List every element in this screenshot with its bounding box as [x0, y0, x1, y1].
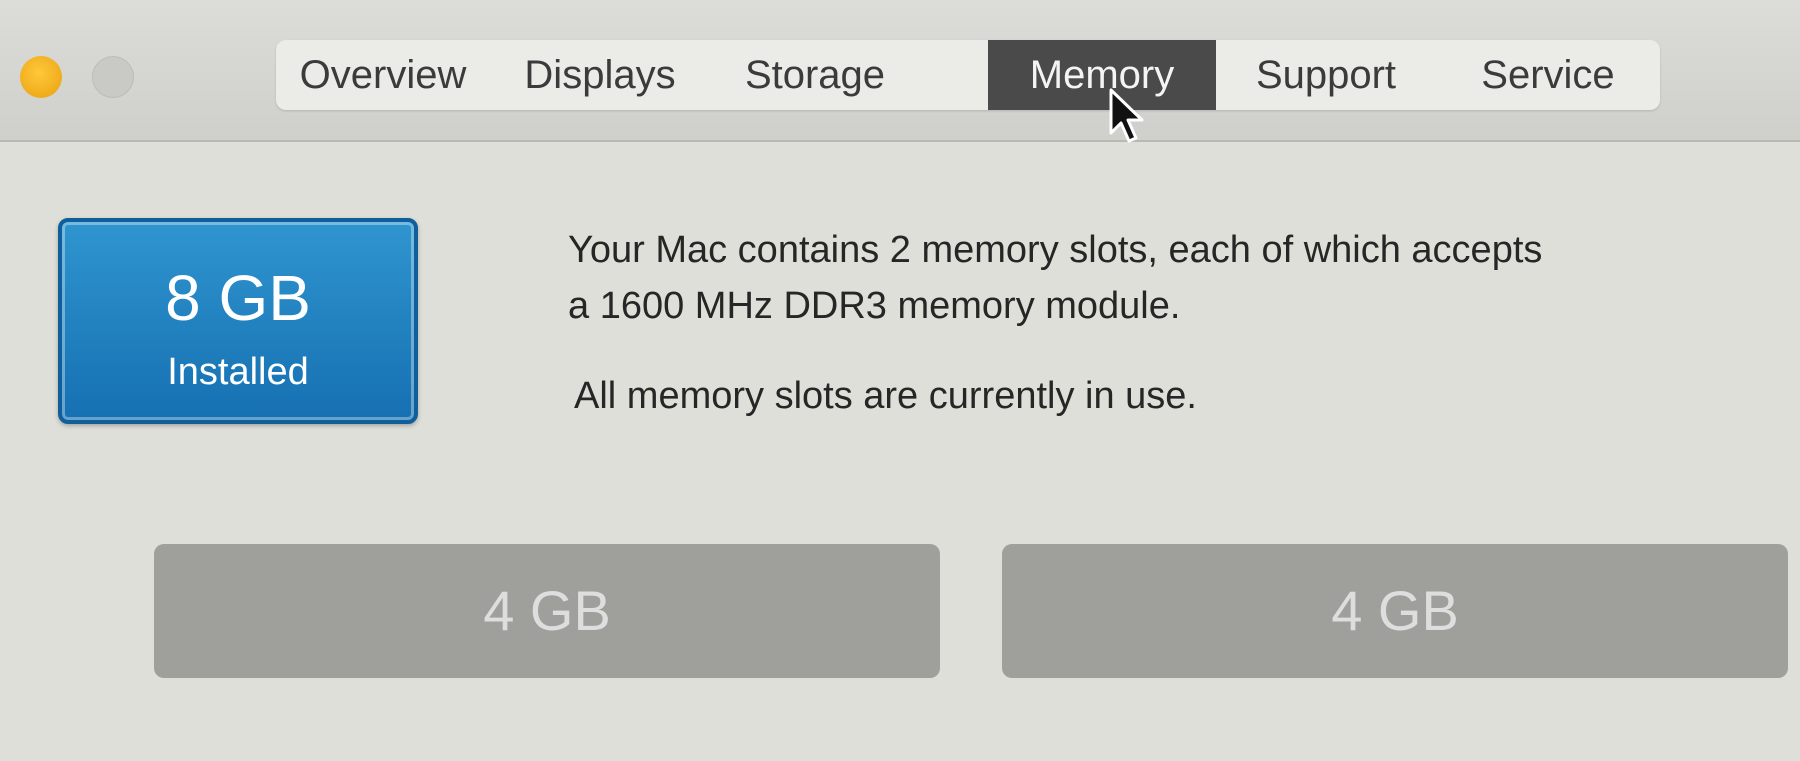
- zoom-button[interactable]: [92, 56, 134, 98]
- memory-description-line-1: Your Mac contains 2 memory slots, each o…: [568, 229, 1543, 271]
- memory-status: Installed: [167, 351, 309, 393]
- tab-bar: Overview Displays Storage Memory Support…: [276, 40, 1660, 110]
- memory-description-line-2: a 1600 MHz DDR3 memory module.: [568, 285, 1181, 327]
- tab-memory[interactable]: Memory: [988, 40, 1216, 110]
- tab-storage[interactable]: Storage: [710, 40, 920, 110]
- memory-amount: 8 GB: [165, 262, 311, 334]
- tab-overview[interactable]: Overview: [276, 40, 490, 110]
- minimize-button[interactable]: [20, 56, 62, 98]
- window-titlebar: Overview Displays Storage Memory Support…: [0, 0, 1800, 142]
- tab-support[interactable]: Support: [1216, 40, 1436, 110]
- memory-slot-2: 4 GB: [1002, 544, 1788, 678]
- memory-slot-1: 4 GB: [154, 544, 940, 678]
- tab-service[interactable]: Service: [1436, 40, 1660, 110]
- memory-slots-status: All memory slots are currently in use.: [574, 375, 1197, 417]
- tab-displays[interactable]: Displays: [490, 40, 710, 110]
- arrow-cursor-icon: [1109, 88, 1144, 143]
- installed-memory-badge: 8 GB Installed: [58, 218, 418, 424]
- memory-description: Your Mac contains 2 memory slots, each o…: [568, 222, 1688, 334]
